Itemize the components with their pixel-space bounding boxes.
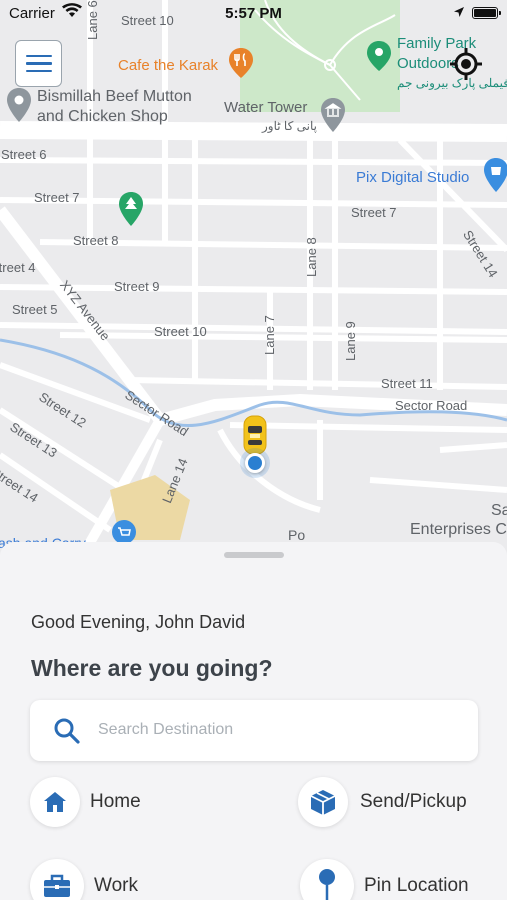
- home-icon: [44, 792, 66, 812]
- user-location-dot: [245, 453, 265, 473]
- shortcut-work[interactable]: Work: [30, 858, 138, 900]
- street-label: Sector Road: [395, 398, 468, 413]
- my-location-button[interactable]: [446, 44, 486, 84]
- street-label: Street 5: [12, 302, 58, 317]
- street-label: Street 6: [1, 147, 47, 162]
- search-box[interactable]: [30, 700, 478, 761]
- street-label: Street 4: [0, 260, 36, 275]
- location-pin-icon[interactable]: [7, 88, 31, 122]
- clock: 5:57 PM: [225, 5, 282, 22]
- battery-icon: [472, 7, 501, 19]
- poi-enterprises[interactable]: Enterprises C: [410, 522, 507, 538]
- poi-sa[interactable]: Sa: [491, 503, 507, 519]
- cart-pin-icon[interactable]: [112, 520, 136, 544]
- hamburger-icon: [25, 54, 52, 58]
- briefcase-icon: [44, 874, 70, 897]
- shortcut-label: Pin Location: [364, 875, 469, 896]
- shortcut-pin-location[interactable]: Pin Location: [300, 858, 469, 900]
- map-view[interactable]: Street 10 Lane 6 Street 6 Street 7 Stree…: [0, 0, 507, 560]
- search-icon: [54, 718, 80, 744]
- poi-beef-shop[interactable]: Bismillah Beef Mutton: [37, 89, 192, 105]
- landmark-pin-icon[interactable]: [321, 98, 345, 132]
- poi-pix-studio[interactable]: Pix Digital Studio: [356, 170, 469, 185]
- menu-button[interactable]: [15, 40, 62, 87]
- street-label: Street 7: [34, 190, 80, 205]
- package-icon: [310, 790, 336, 815]
- status-bar: Carrier 5:57 PM: [0, 0, 507, 28]
- poi-cafe[interactable]: Cafe the Karak: [118, 58, 218, 73]
- search-destination-input[interactable]: [98, 714, 458, 746]
- sheet-grabber[interactable]: [224, 552, 284, 558]
- shortcut-label: Home: [90, 791, 141, 812]
- poi-po[interactable]: Po: [288, 528, 305, 542]
- poi-beef-shop-line2[interactable]: and Chicken Shop: [37, 109, 168, 125]
- tree-pin-icon[interactable]: [119, 192, 143, 226]
- street-label: Street 8: [73, 233, 119, 248]
- street-label: Street 7: [351, 205, 397, 220]
- poi-water-tower-urdu: پانی کا ٹاور: [262, 119, 317, 133]
- bottom-sheet[interactable]: Good Evening, John David Where are you g…: [0, 542, 507, 900]
- restaurant-pin-icon[interactable]: [229, 48, 253, 78]
- pin-icon: [319, 869, 335, 900]
- shortcut-home[interactable]: Home: [30, 774, 141, 830]
- park-pin-icon[interactable]: [367, 41, 391, 71]
- street-label: Street 11: [381, 376, 433, 391]
- greeting-text: Good Evening, John David: [31, 612, 246, 632]
- street-label: Lane 7: [262, 315, 277, 355]
- street-label: Lane 9: [343, 321, 358, 361]
- shop-pin-icon[interactable]: [484, 158, 507, 192]
- shortcut-label: Send/Pickup: [360, 791, 467, 812]
- poi-water-tower[interactable]: Water Tower: [224, 100, 307, 115]
- street-label: Lane 8: [304, 237, 319, 277]
- street-label: Street 9: [114, 279, 160, 294]
- location-arrow-icon: [454, 7, 464, 17]
- shortcut-label: Work: [94, 875, 138, 896]
- destination-prompt: Where are you going?: [31, 655, 273, 681]
- shortcut-send-pickup[interactable]: Send/Pickup: [298, 774, 467, 830]
- street-label: Street 10: [154, 324, 207, 339]
